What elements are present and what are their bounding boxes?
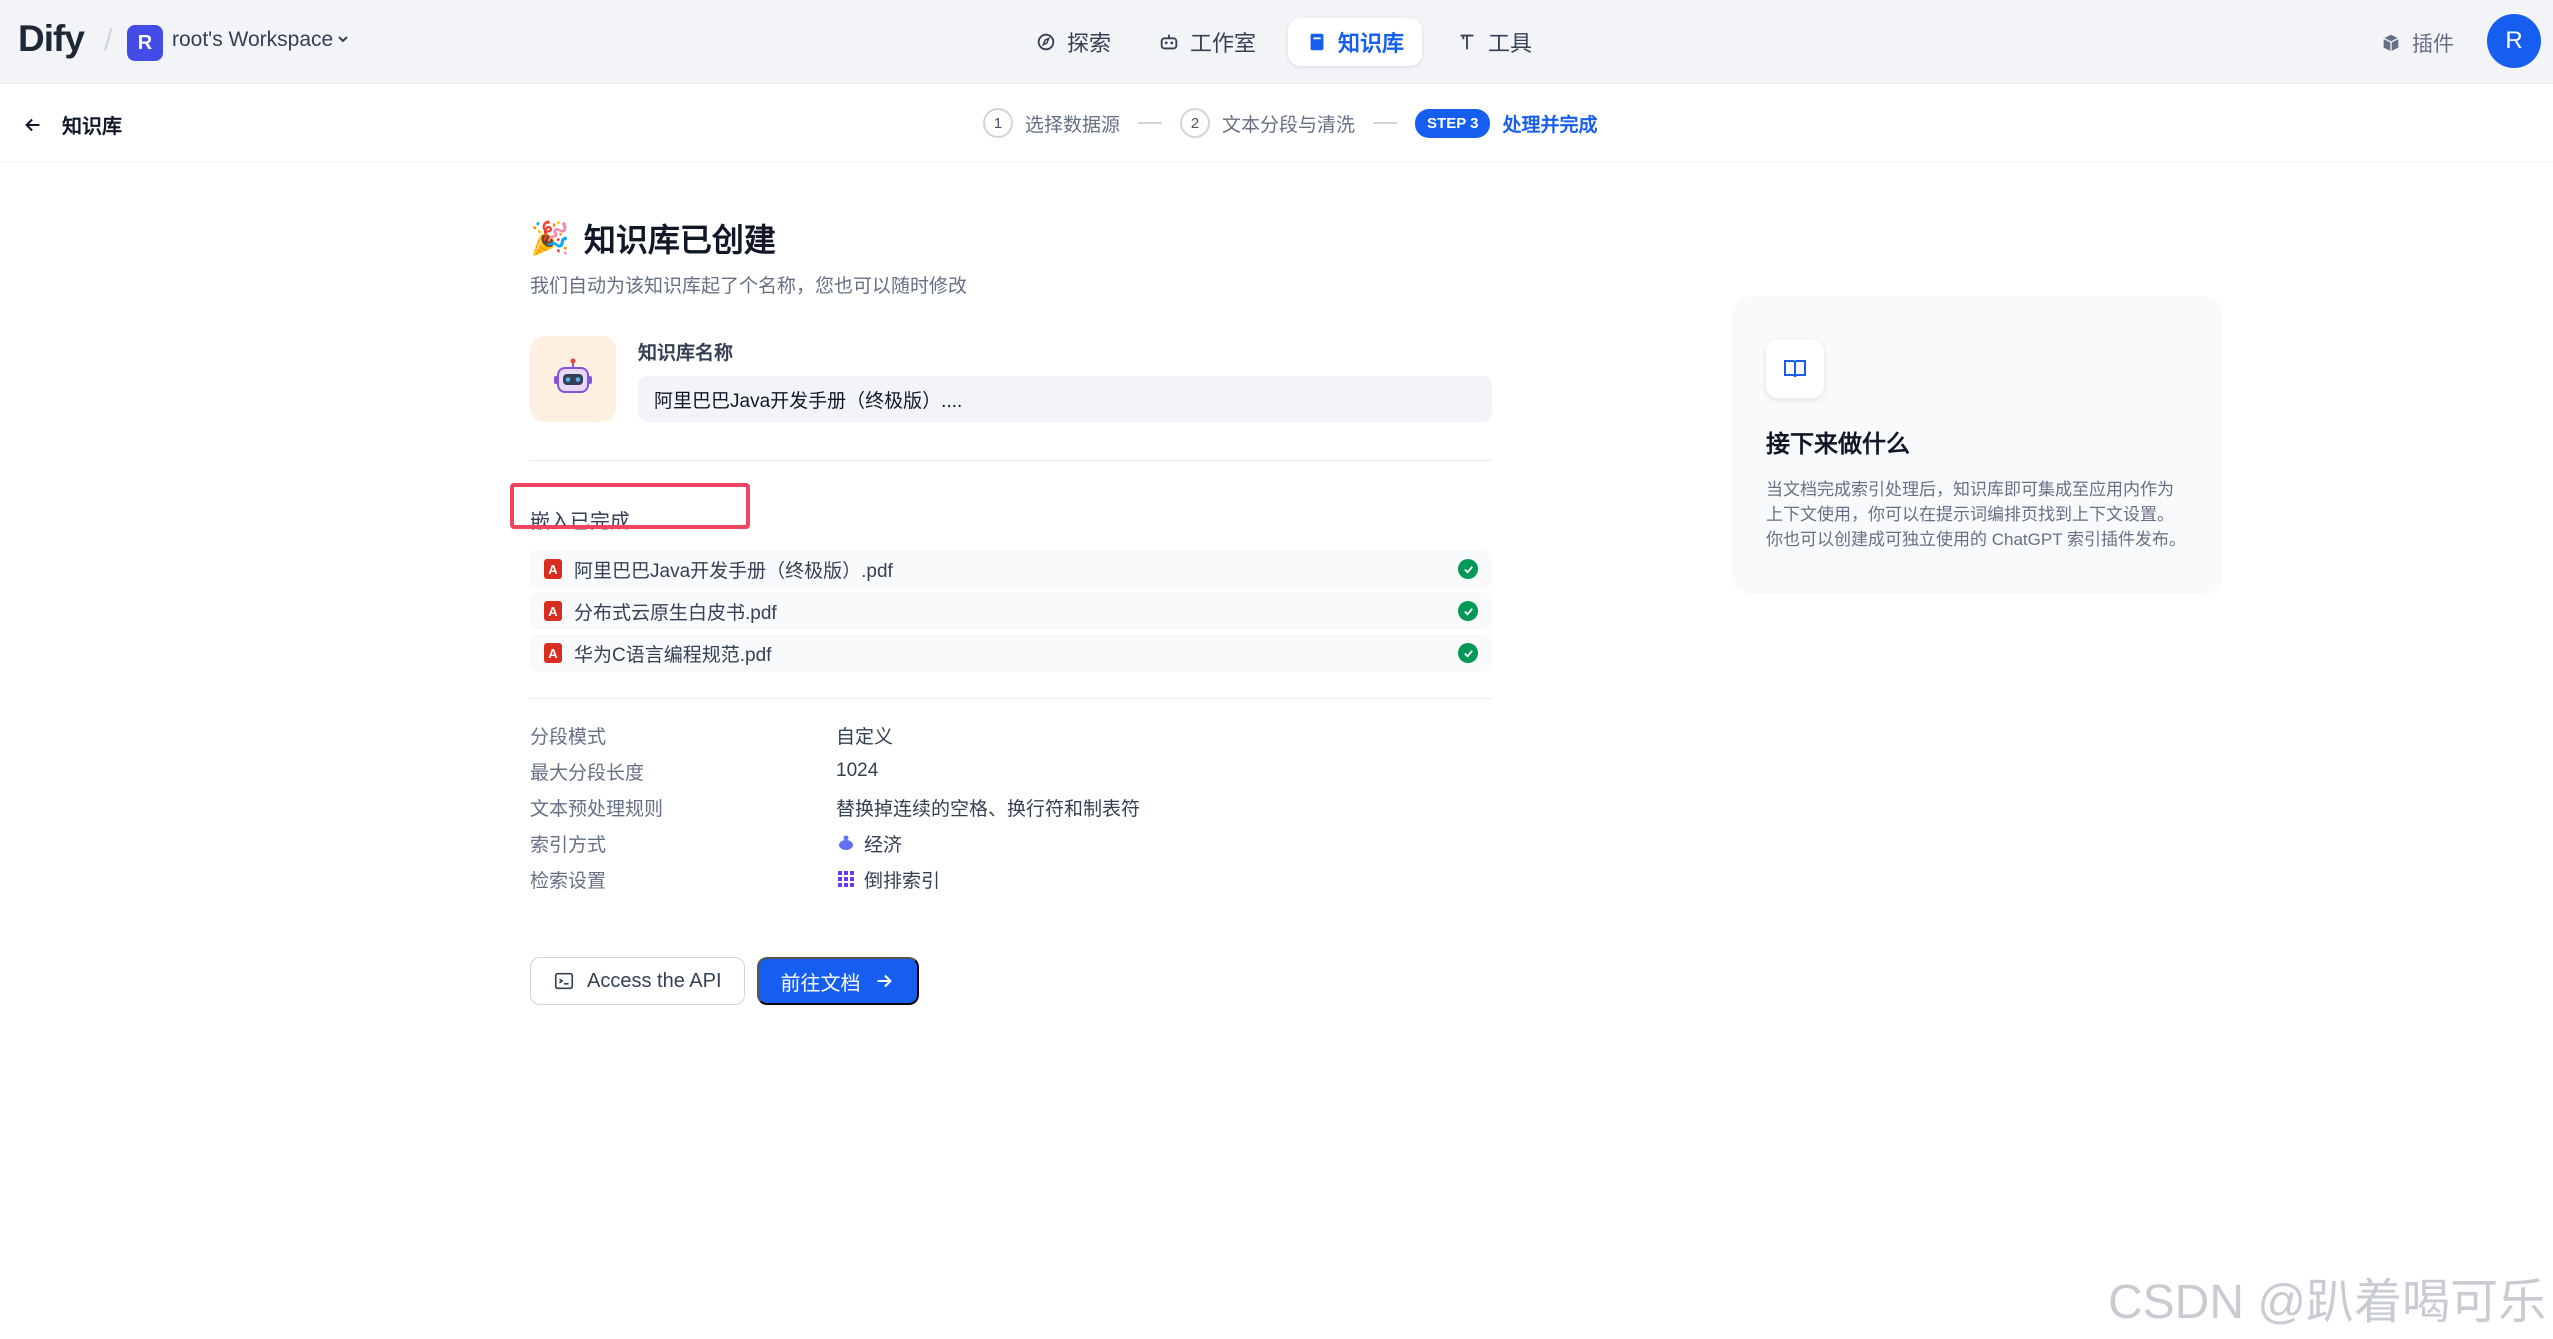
info-row-retrieval: 检索设置 倒排索引 (530, 870, 941, 892)
access-api-button[interactable]: Access the API (530, 957, 745, 1005)
chevron-down-icon[interactable] (336, 32, 350, 51)
user-avatar[interactable]: R (2487, 14, 2541, 68)
file-item[interactable]: A 分布式云原生白皮书.pdf (530, 592, 1492, 630)
compass-icon (1037, 33, 1055, 51)
book-icon (1310, 33, 1324, 51)
main-content: 🎉 知识库已创建 我们自动为该知识库起了个名称，您也可以随时修改 知识库名称 嵌… (510, 215, 1492, 1005)
divider (530, 698, 1492, 699)
kb-name-label: 知识库名称 (638, 343, 734, 364)
workspace-name[interactable]: root's Workspace (172, 28, 333, 52)
piggy-bank-icon (839, 835, 853, 850)
kb-name-input[interactable] (638, 376, 1492, 422)
info-row-segment-mode: 分段模式 自定义 (530, 726, 894, 748)
step-divider (1373, 122, 1398, 124)
go-to-documents-button[interactable]: 前往文档 (756, 957, 919, 1005)
pdf-icon: A (544, 601, 562, 621)
step-2-label: 文本分段与清洗 (1222, 114, 1356, 136)
step-2-number: 2 (1180, 108, 1211, 138)
open-book-icon (1766, 340, 1824, 398)
embedding-status-label: 嵌入已完成 (510, 483, 1492, 534)
sub-header: 知识库 1 选择数据源 2 文本分段与清洗 STEP 3 处理并完成 (0, 84, 2553, 162)
settings-summary: 分段模式 自定义 最大分段长度 1024 文本预处理规则 替换掉连续的空格、换行… (530, 717, 1492, 897)
nav-knowledge[interactable]: 知识库 (1288, 18, 1423, 66)
page-subtitle: 我们自动为该知识库起了个名称，您也可以随时修改 (530, 276, 968, 297)
file-item[interactable]: A 华为C语言编程规范.pdf (530, 634, 1492, 672)
action-buttons: Access the API 前往文档 (530, 957, 1492, 1005)
file-list: A 阿里巴巴Java开发手册（终极版）.pdf A 分布式云原生白皮书.pdf … (530, 550, 1492, 672)
terminal-icon (554, 972, 574, 990)
title-row: 🎉 知识库已创建 (530, 215, 1492, 261)
nav-explore[interactable]: 探索 (1017, 18, 1129, 66)
watermark: CSDN @趴着喝可乐 (2108, 1276, 2547, 1329)
file-item[interactable]: A 阿里巴巴Java开发手册（终极版）.pdf (530, 550, 1492, 588)
breadcrumb-divider: / (104, 24, 113, 57)
next-steps-text: 当文档完成索引处理后，知识库即可集成至应用内作为上下文使用，你可以在提示词编排页… (1766, 480, 2186, 549)
next-steps-card: 接下来做什么 当文档完成索引处理后，知识库即可集成至应用内作为上下文使用，你可以… (1732, 296, 2222, 594)
step-divider (1138, 122, 1163, 124)
step-3-badge: STEP 3 (1415, 108, 1491, 138)
hammer-icon (1460, 34, 1474, 50)
check-circle-icon (1458, 559, 1478, 579)
dify-logo[interactable]: Dify (18, 18, 85, 60)
check-circle-icon (1458, 643, 1478, 663)
check-circle-icon (1458, 601, 1478, 621)
info-row-max-length: 最大分段长度 1024 (530, 760, 879, 784)
pdf-icon: A (544, 643, 562, 663)
robot-avatar-icon[interactable] (530, 336, 616, 422)
workspace-avatar[interactable]: R (127, 25, 163, 61)
next-steps-title: 接下来做什么 (1766, 431, 1910, 458)
info-row-index-method: 索引方式 经济 (530, 834, 903, 856)
highlight-box (510, 483, 750, 529)
back-button[interactable]: 知识库 (22, 110, 122, 139)
nav-tools[interactable]: 工具 (1438, 18, 1550, 66)
robot-icon (1160, 34, 1178, 50)
step-1-number: 1 (983, 108, 1013, 138)
arrow-right-icon (877, 974, 892, 988)
nav-studio[interactable]: 工作室 (1140, 18, 1274, 66)
grid-icon (838, 871, 854, 887)
file-name: 分布式云原生白皮书.pdf (574, 602, 777, 624)
stepper: 1 选择数据源 2 文本分段与清洗 STEP 3 处理并完成 (983, 108, 1597, 138)
info-row-preprocess: 文本预处理规则 替换掉连续的空格、换行符和制表符 (530, 798, 1141, 820)
page-title: 知识库已创建 (583, 222, 776, 258)
party-popper-icon: 🎉 (530, 220, 570, 256)
pdf-icon: A (544, 559, 562, 579)
arrow-left-icon (25, 118, 40, 131)
step-1-label: 选择数据源 (1025, 114, 1121, 136)
kb-name-block: 知识库名称 (530, 336, 1492, 422)
step-3-label: 处理并完成 (1502, 114, 1598, 136)
file-name: 华为C语言编程规范.pdf (574, 644, 772, 666)
file-name: 阿里巴巴Java开发手册（终极版）.pdf (574, 560, 893, 582)
top-navbar: Dify / R root's Workspace 探索 工作室 知识库 工具 … (0, 0, 2553, 84)
divider (530, 460, 1492, 461)
plugins-button[interactable]: 插件 (2380, 28, 2454, 58)
cube-icon (2383, 34, 2399, 52)
